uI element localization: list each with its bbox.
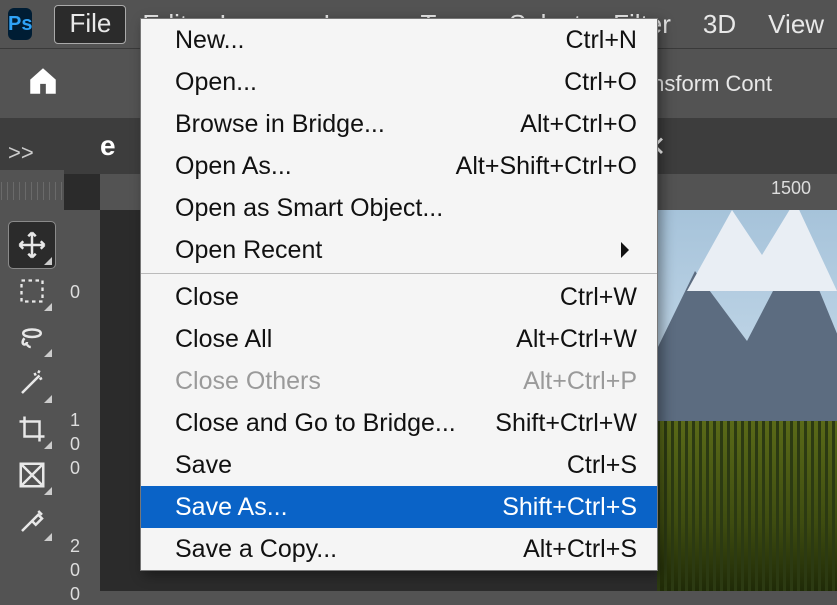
menu-item-shortcut: Alt+Ctrl+S [523,535,637,564]
ruler-tick: 1 [70,410,80,431]
menu-item-close-others: Close Others Alt+Ctrl+P [141,360,657,402]
menu-item-shortcut: Ctrl+S [567,451,637,480]
menu-separator [141,273,657,274]
ruler-tick: 1500 [771,178,811,199]
menu-item-file[interactable]: File [54,5,126,44]
document-image[interactable] [657,210,837,591]
menu-item-open-recent[interactable]: Open Recent [141,229,657,271]
menu-item-shortcut: Alt+Ctrl+W [516,325,637,354]
ruler-stub [1,182,63,200]
menu-item-close-all[interactable]: Close All Alt+Ctrl+W [141,318,657,360]
menu-item-label: Close and Go to Bridge... [175,409,456,438]
ruler-tick: 0 [70,584,80,605]
ruler-tick: 0 [70,560,80,581]
file-menu-dropdown: New... Ctrl+N Open... Ctrl+O Browse in Bridg… [140,18,658,571]
frame-tool[interactable] [9,452,55,498]
menu-item-new[interactable]: New... Ctrl+N [141,19,657,61]
menu-item-close-and-go-to-bridge[interactable]: Close and Go to Bridge... Shift+Ctrl+W [141,402,657,444]
menu-item-label: Open as Smart Object... [175,194,443,223]
menu-item-label: New... [175,26,244,55]
menu-item-label: Close Others [175,367,321,396]
home-icon[interactable] [26,64,60,104]
menu-item-label: Save As... [175,493,288,522]
eyedropper-tool[interactable] [9,498,55,544]
crop-tool[interactable] [9,406,55,452]
menu-item-save-a-copy[interactable]: Save a Copy... Alt+Ctrl+S [141,528,657,570]
menu-item-save[interactable]: Save Ctrl+S [141,444,657,486]
menu-item-browse-in-bridge[interactable]: Browse in Bridge... Alt+Ctrl+O [141,103,657,145]
menu-item-save-as[interactable]: Save As... Shift+Ctrl+S [141,486,657,528]
menu-item-label: Close [175,283,239,312]
wand-tool[interactable] [9,360,55,406]
menu-item-label: Open Recent [175,236,322,265]
menu-item-3d[interactable]: 3D [687,5,752,44]
menu-item-shortcut: Shift+Ctrl+W [495,409,637,438]
menu-item-label: Save [175,451,232,480]
ruler-vertical: 0100200 [64,210,100,591]
move-tool[interactable] [9,222,55,268]
tools-panel [0,170,64,591]
menu-item-open-as[interactable]: Open As... Alt+Shift+Ctrl+O [141,145,657,187]
menu-item-shortcut: Ctrl+N [565,26,637,55]
menu-item-shortcut: Alt+Shift+Ctrl+O [456,152,637,181]
submenu-arrow-icon [621,242,637,258]
menu-item-shortcut: Alt+Ctrl+P [523,367,637,396]
menu-item-shortcut: Shift+Ctrl+S [502,493,637,522]
menu-item-label: Browse in Bridge... [175,110,385,139]
menu-item-shortcut: Alt+Ctrl+O [520,110,637,139]
active-tab-name-fragment: e [100,130,116,162]
ruler-tick: 2 [70,536,80,557]
menu-item-open-as-smart-object[interactable]: Open as Smart Object... [141,187,657,229]
menu-item-label: Open... [175,68,257,97]
menu-item-view[interactable]: View [752,5,837,44]
ruler-tick: 0 [70,282,80,303]
menu-item-shortcut: Ctrl+W [560,283,637,312]
menu-item-label: Close All [175,325,272,354]
ruler-tick: 0 [70,434,80,455]
menu-item-label: Open As... [175,152,292,181]
collapse-panels-icon[interactable]: >> [8,140,34,166]
ruler-tick: 0 [70,458,80,479]
menu-item-close[interactable]: Close Ctrl+W [141,276,657,318]
app-logo[interactable]: Ps [8,8,32,40]
marquee-tool[interactable] [9,268,55,314]
menu-item-label: Save a Copy... [175,535,337,564]
lasso-tool[interactable] [9,314,55,360]
menu-item-shortcut: Ctrl+O [564,68,637,97]
menu-item-open[interactable]: Open... Ctrl+O [141,61,657,103]
